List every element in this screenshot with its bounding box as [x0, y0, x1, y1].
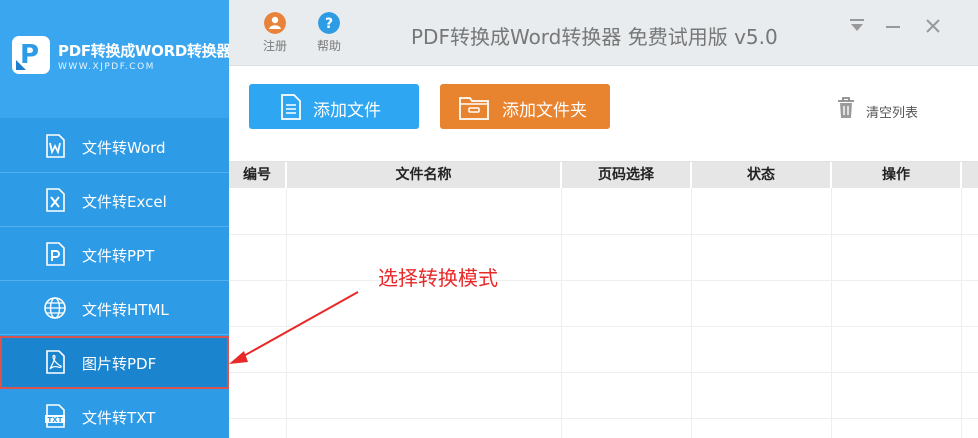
column-divider	[961, 188, 962, 438]
column-header-spacer	[962, 162, 978, 188]
sidebar-item-label: 文件转TXT	[82, 409, 156, 427]
txt-file-icon: TXT	[45, 404, 65, 428]
row-divider	[229, 280, 978, 281]
logo-title: PDF转换成WORD转换器	[58, 42, 232, 60]
minimize-icon[interactable]	[883, 16, 903, 36]
file-table: 编号 文件名称 页码选择 状态 操作	[229, 161, 978, 438]
logo-icon: P	[12, 36, 50, 74]
row-divider	[229, 372, 978, 373]
register-button[interactable]: 注册	[257, 12, 293, 54]
column-header-actions: 操作	[832, 162, 962, 188]
row-divider	[229, 234, 978, 235]
title-bar: 注册 ? 帮助 PDF转换成Word转换器 免费试用版 v5.0	[229, 0, 978, 66]
sidebar-item-label: 文件转PPT	[82, 247, 155, 265]
add-folder-button[interactable]: 添加文件夹	[440, 84, 610, 129]
sidebar-item-label: 文件转HTML	[82, 301, 169, 319]
logo-area: P PDF转换成WORD转换器 WWW.XJPDF.COM	[0, 0, 232, 118]
svg-text:TXT: TXT	[48, 416, 63, 424]
window-title: PDF转换成Word转换器 免费试用版 v5.0	[411, 25, 778, 49]
column-header-status: 状态	[692, 162, 832, 188]
add-file-button[interactable]: 添加文件	[249, 84, 419, 129]
globe-icon	[44, 297, 66, 319]
svg-text:?: ?	[325, 16, 333, 32]
sidebar: P PDF转换成WORD转换器 WWW.XJPDF.COM 文件转Word 文件…	[0, 0, 232, 438]
help-icon: ?	[318, 12, 340, 34]
column-header-page-selection: 页码选择	[562, 162, 692, 188]
column-divider	[561, 188, 562, 438]
add-file-label: 添加文件	[313, 101, 381, 121]
row-divider	[229, 418, 978, 419]
row-divider	[229, 326, 978, 327]
sidebar-item-label: 图片转PDF	[82, 355, 157, 373]
add-folder-label: 添加文件夹	[502, 101, 587, 121]
sidebar-item-html[interactable]: 文件转HTML	[0, 282, 229, 335]
dropdown-menu-icon[interactable]	[847, 16, 867, 36]
register-icon	[264, 12, 286, 34]
column-divider	[831, 188, 832, 438]
help-label: 帮助	[316, 39, 341, 53]
logo-url: WWW.XJPDF.COM	[58, 62, 155, 72]
trash-icon	[838, 97, 854, 118]
column-divider	[691, 188, 692, 438]
sidebar-item-label: 文件转Word	[82, 139, 166, 157]
clear-list-label: 清空列表	[866, 106, 919, 121]
word-file-icon	[46, 134, 65, 158]
close-icon[interactable]	[923, 16, 943, 36]
folder-add-icon	[459, 97, 489, 120]
sidebar-item-image-to-pdf[interactable]: 图片转PDF	[0, 336, 229, 389]
annotation-text: 选择转换模式	[378, 266, 498, 290]
pdf-file-icon	[46, 350, 65, 374]
sidebar-item-excel[interactable]: 文件转Excel	[0, 174, 229, 227]
sidebar-item-label: 文件转Excel	[82, 193, 167, 211]
register-label: 注册	[262, 39, 287, 53]
help-button[interactable]: ? 帮助	[311, 12, 347, 54]
column-header-filename: 文件名称	[287, 162, 562, 188]
sidebar-item-ppt[interactable]: 文件转PPT	[0, 228, 229, 281]
sidebar-item-word[interactable]: 文件转Word	[0, 120, 229, 173]
ppt-file-icon	[46, 242, 65, 266]
sidebar-item-txt[interactable]: TXT 文件转TXT	[0, 390, 229, 438]
excel-file-icon	[46, 188, 65, 212]
column-divider	[286, 188, 287, 438]
file-add-icon	[281, 94, 301, 120]
column-header-number: 编号	[229, 162, 287, 188]
table-header: 编号 文件名称 页码选择 状态 操作	[229, 162, 978, 188]
